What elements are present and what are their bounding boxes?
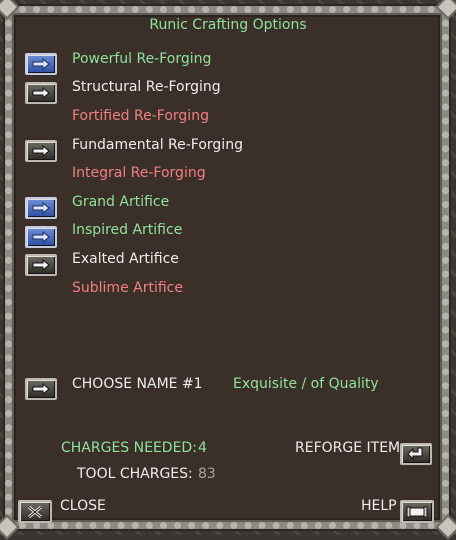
arrow-right-icon (32, 231, 50, 243)
arrow-right-icon (32, 87, 50, 99)
fundamental-reforging-button[interactable] (25, 140, 57, 162)
option-label: Sublime Artifice (72, 280, 183, 296)
close-label: CLOSE (60, 498, 106, 514)
close-button[interactable] (18, 500, 52, 523)
help-button[interactable] (400, 500, 434, 523)
tool-charges-value: 83 (198, 466, 216, 482)
arrow-right-icon (32, 145, 50, 157)
scroll-icon (406, 506, 428, 517)
help-label: HELP (361, 498, 397, 514)
charges-needed-label: CHARGES NEEDED: (61, 440, 197, 456)
option-label: Structural Re-Forging (72, 79, 221, 95)
choose-name-label: CHOOSE NAME #1 (72, 376, 203, 392)
arrow-right-icon (32, 202, 50, 214)
choose-name-button[interactable] (25, 378, 57, 400)
grand-artifice-button[interactable] (25, 197, 57, 219)
choose-name-value: Exquisite / of Quality (233, 376, 379, 392)
option-label: Fortified Re-Forging (72, 108, 209, 124)
close-x-icon (28, 505, 42, 518)
charges-needed-value: 4 (198, 440, 207, 456)
option-label: Exalted Artifice (72, 251, 179, 267)
option-label: Inspired Artifice (72, 222, 183, 238)
arrow-right-icon (32, 383, 50, 395)
structural-reforging-button[interactable] (25, 82, 57, 104)
gump-title: Runic Crafting Options (149, 17, 307, 33)
arrow-right-icon (32, 259, 50, 271)
option-label: Powerful Re-Forging (72, 51, 212, 67)
option-label: Grand Artifice (72, 194, 170, 210)
reforge-item-button[interactable] (400, 443, 432, 465)
reforge-item-label: REFORGE ITEM (295, 440, 401, 456)
arrow-right-icon (32, 58, 50, 70)
inspired-artifice-button[interactable] (25, 226, 57, 248)
exalted-artifice-button[interactable] (25, 254, 57, 276)
return-arrow-icon (407, 447, 423, 461)
powerful-reforging-button[interactable] (25, 53, 57, 75)
option-label: Integral Re-Forging (72, 165, 206, 181)
option-label: Fundamental Re-Forging (72, 137, 243, 153)
tool-charges-label: TOOL CHARGES: (77, 466, 193, 482)
